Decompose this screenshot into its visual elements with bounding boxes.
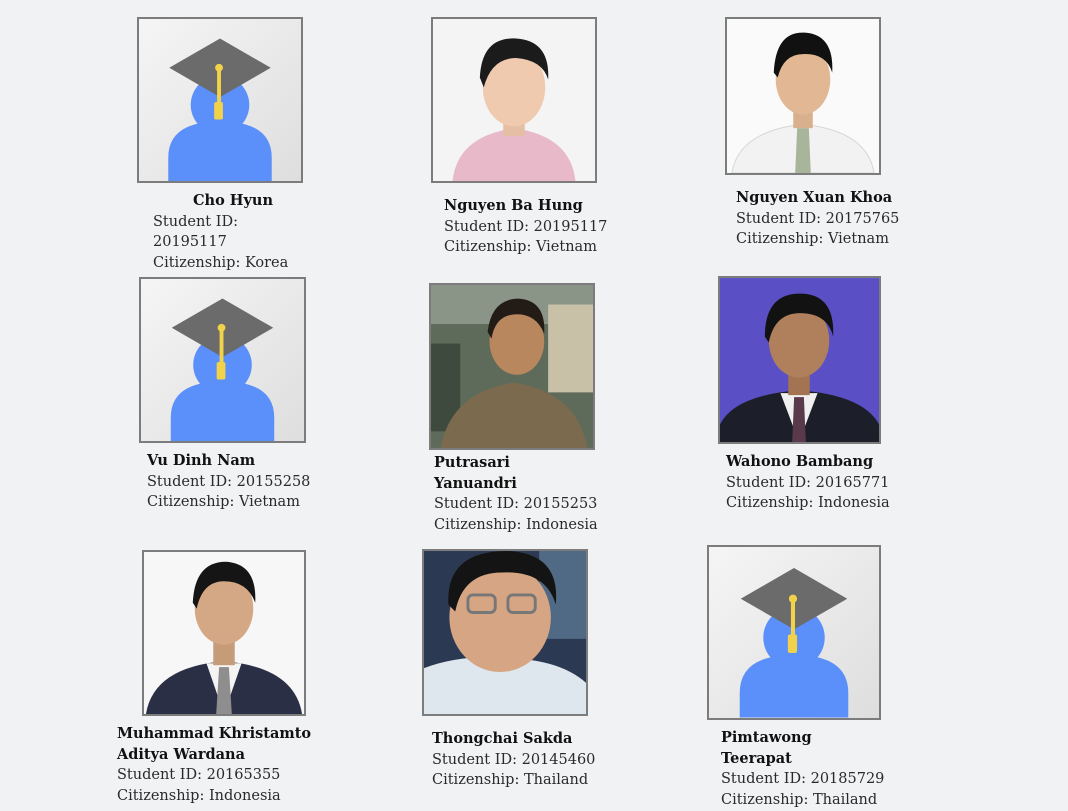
citizenship-label: Citizenship: [444,239,532,255]
citizenship-value: Vietnam [535,239,597,255]
student-id-value: 20195117 [153,234,227,250]
citizenship-label: Citizenship: [432,772,520,788]
student-name: Nguyen Xuan Khoa [736,189,893,206]
portrait-photo-icon [727,19,879,173]
student-id-label: Student ID: [147,473,232,490]
student-id-value: 20185729 [810,771,885,787]
student-id-label: Student ID: [117,767,202,783]
citizenship-value: Vietnam [238,494,300,510]
citizenship-value: Indonesia [817,495,890,511]
citizenship-label: Citizenship: [434,516,522,533]
student-id-line: Student ID: 20145460 [432,750,595,771]
citizenship-value: Thailand [812,791,878,808]
student-photo [429,283,595,450]
student-name: Putrasari Yanuandri [434,454,517,492]
student-id-line: Student ID: 20175765 [736,209,899,230]
citizenship-line: Citizenship: Vietnam [147,492,310,513]
student-id-line: Student ID: 20155258 [147,472,310,493]
student-avatar-placeholder [707,545,881,720]
citizenship-line: Citizenship: Indonesia [434,515,598,536]
student-id-label: Student ID: [153,213,238,230]
student-id-label: Student ID: [434,496,519,512]
portrait-photo-icon [720,278,879,442]
student-id-value: 20195117 [533,218,608,235]
citizenship-line: Citizenship: Indonesia [117,786,362,807]
student-id-label: Student ID: [721,771,806,787]
student-id-label: Student ID: [432,751,517,768]
student-id-label: Student ID: [444,218,529,235]
citizenship-line: Citizenship: Thailand [432,770,595,791]
citizenship-value: Indonesia [525,516,598,533]
citizenship-label: Citizenship: [117,787,205,804]
student-photo [431,17,597,183]
student-id-value: 20165355 [206,767,281,783]
graduate-avatar-icon [168,38,272,181]
student-id-line: Student ID: 20165771 [726,473,890,494]
citizenship-value: Indonesia [208,787,281,804]
citizenship-line: Citizenship: Vietnam [444,237,607,258]
student-avatar-placeholder [139,277,306,443]
student-id-label: Student ID: [726,474,811,491]
student-id-line: Student ID: 20195117 [444,217,607,238]
citizenship-line: Citizenship: Korea [153,253,288,274]
student-id-value: 20175765 [825,210,900,227]
student-name: Muhammad Khristamto Aditya Wardana [117,725,312,763]
student-name: Cho Hyun [193,192,274,209]
portrait-photo-icon [431,285,593,448]
citizenship-line: Citizenship: Vietnam [736,229,899,250]
student-avatar-placeholder [137,17,303,183]
student-name: Vu Dinh Nam [147,452,256,469]
student-name: Nguyen Ba Hung [444,197,583,214]
citizenship-line: Citizenship: Thailand [721,790,884,811]
student-photo [422,549,588,716]
portrait-photo-icon [433,19,595,181]
citizenship-value: Vietnam [827,231,889,247]
student-name: Wahono Bambang [726,453,874,470]
student-name: Pimtawong Teerapat [721,729,812,767]
citizenship-label: Citizenship: [736,231,824,247]
student-id-line: Student ID: 20165355 [117,765,362,786]
graduate-avatar-icon [170,298,275,441]
citizenship-label: Citizenship: [726,495,814,511]
student-id-line: Student ID: 20185729 [721,769,884,790]
student-id-value: 20155253 [523,496,598,512]
citizenship-label: Citizenship: [153,254,241,271]
citizenship-value: Korea [244,254,289,271]
student-id-value: 20145460 [521,751,596,768]
student-id-value: 20165771 [815,474,890,491]
student-photo [725,17,881,175]
citizenship-value: Thailand [523,772,589,788]
portrait-photo-icon [424,551,586,714]
citizenship-label: Citizenship: [147,494,235,510]
student-name: Thongchai Sakda [432,730,573,747]
citizenship-line: Citizenship: Indonesia [726,493,890,514]
student-id-line: Student ID: 20155253 [434,494,598,515]
student-id-value: 20155258 [236,473,311,490]
citizenship-label: Citizenship: [721,791,809,808]
portrait-photo-icon [144,552,304,714]
graduate-avatar-icon [739,567,849,718]
student-photo [718,276,881,444]
student-photo [142,550,306,716]
student-id-label: Student ID: [736,210,821,227]
